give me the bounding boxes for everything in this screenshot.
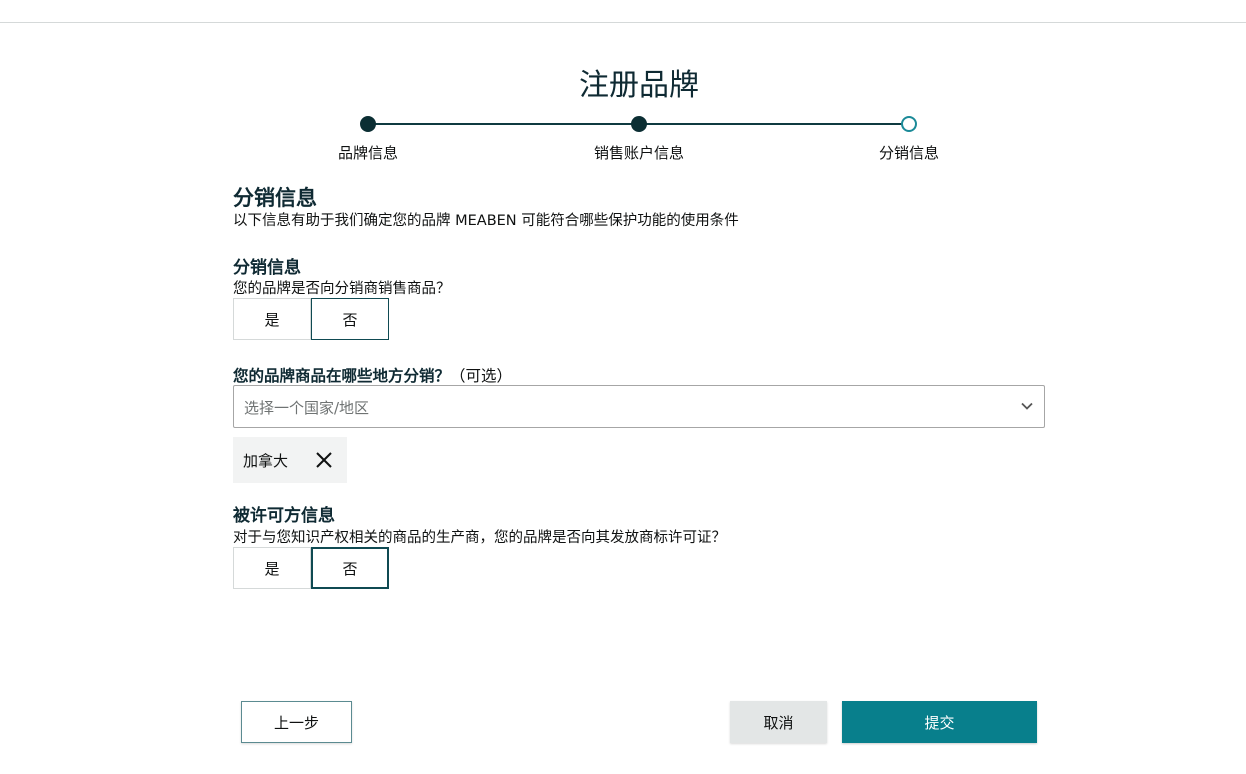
regions-question: 您的品牌商品在哪些地方分销？（可选）	[233, 364, 512, 386]
licensor-no-option[interactable]: 否	[311, 547, 389, 589]
page-title: 注册品牌	[579, 68, 699, 103]
cancel-button[interactable]: 取消	[730, 701, 827, 743]
distribution-yes-option[interactable]: 是	[233, 298, 311, 340]
licensor-toggle: 是 否	[233, 547, 389, 589]
region-select[interactable]: 选择一个国家/地区	[233, 385, 1045, 428]
chevron-down-icon	[1021, 402, 1033, 410]
top-divider	[0, 22, 1246, 23]
section-description: 以下信息有助于我们确定您的品牌 MEABEN 可能符合哪些保护功能的使用条件	[233, 213, 739, 229]
step-dot-brand-info	[360, 116, 376, 132]
step-label-distribution: 分销信息	[878, 144, 940, 162]
step-label-sales-account: 销售账户信息	[593, 144, 685, 162]
distribution-no-option[interactable]: 否	[311, 298, 389, 340]
section-title: 分销信息	[233, 186, 317, 210]
progress-stepper: 品牌信息 销售账户信息 分销信息	[0, 112, 1246, 172]
previous-step-button[interactable]: 上一步	[241, 701, 352, 743]
optional-tag: （可选）	[450, 367, 513, 385]
distribution-toggle: 是 否	[233, 298, 389, 340]
regions-question-label: 您的品牌商品在哪些地方分销？	[233, 367, 451, 385]
step-dot-sales-account	[631, 116, 647, 132]
stepper-line-1	[368, 123, 639, 125]
distribution-question: 您的品牌是否向分销商销售商品？	[233, 281, 451, 297]
stepper-line-2	[639, 123, 909, 125]
distribution-subtitle: 分销信息	[233, 258, 301, 278]
licensor-question: 对于与您知识产权相关的商品的生产商，您的品牌是否向其发放商标许可证？	[233, 530, 726, 546]
region-select-placeholder: 选择一个国家/地区	[244, 399, 370, 417]
step-label-brand-info: 品牌信息	[337, 144, 399, 162]
region-chip: 加拿大	[233, 437, 347, 483]
step-dot-distribution	[901, 116, 917, 132]
submit-button[interactable]: 提交	[842, 701, 1037, 743]
region-chip-label: 加拿大	[243, 451, 289, 470]
licensor-subtitle: 被许可方信息	[233, 506, 335, 526]
licensor-yes-option[interactable]: 是	[233, 547, 311, 589]
close-icon[interactable]	[315, 451, 333, 469]
